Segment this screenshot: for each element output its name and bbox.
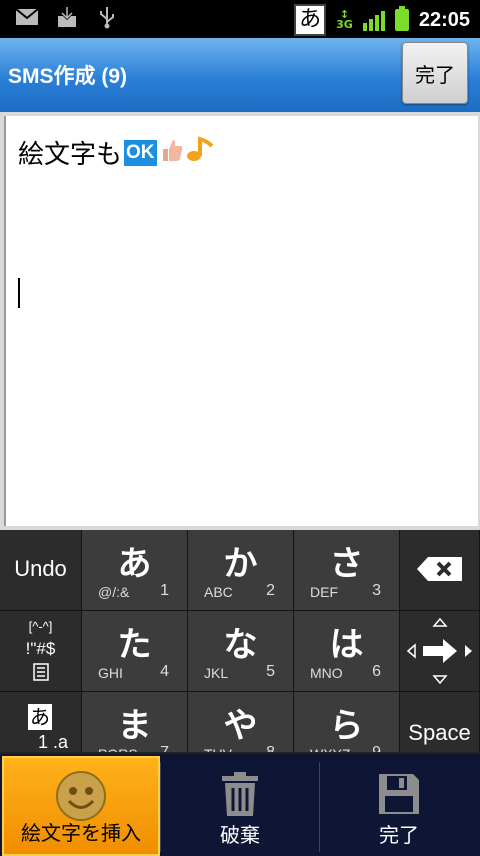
symbol-key[interactable]: [^-^] !"#$ xyxy=(0,611,82,692)
network-type: ↕ 3G xyxy=(336,8,353,31)
clock: 22:05 xyxy=(418,8,470,31)
usb-icon xyxy=(94,6,120,29)
arrow-keys-icon xyxy=(400,615,479,691)
list-icon xyxy=(0,663,81,685)
key-a[interactable]: あ @/:& 1 xyxy=(82,530,188,611)
smiley-icon xyxy=(4,768,158,824)
message-editor[interactable]: 絵文字も OK xyxy=(0,112,480,530)
key-ha[interactable]: は MNO 6 xyxy=(294,611,400,692)
thumbs-up-emoji xyxy=(159,137,185,169)
done-button[interactable]: 完了 xyxy=(402,42,468,104)
status-bar: あ ↕ 3G 22:05 xyxy=(0,0,480,38)
backspace-icon xyxy=(400,556,479,586)
bottom-action-bar: 絵文字を挿入 破棄 完了 xyxy=(0,752,480,856)
save-icon xyxy=(320,766,478,822)
download-icon xyxy=(54,6,80,28)
discard-button[interactable]: 破棄 xyxy=(161,756,319,856)
key-na[interactable]: な JKL 5 xyxy=(188,611,294,692)
gmail-icon xyxy=(14,6,40,28)
music-note-emoji xyxy=(185,136,215,169)
key-ka[interactable]: か ABC 2 xyxy=(188,530,294,611)
trash-icon xyxy=(161,766,319,822)
keyboard: Undo あ @/:& 1 か ABC 2 さ DEF 3 [^-^] !"#$… xyxy=(0,530,480,773)
backspace-key[interactable] xyxy=(400,530,480,611)
insert-emoji-button[interactable]: 絵文字を挿入 xyxy=(2,756,160,856)
undo-key[interactable]: Undo xyxy=(0,530,82,611)
battery-icon xyxy=(394,6,409,31)
message-text: 絵文字も OK xyxy=(18,134,215,171)
ok-emoji: OK xyxy=(124,139,157,166)
message-input[interactable]: 絵文字も OK xyxy=(4,116,478,526)
page-title: SMS作成 (9) xyxy=(8,65,128,88)
text-cursor xyxy=(18,278,20,308)
key-sa[interactable]: さ DEF 3 xyxy=(294,530,400,611)
signal-icon xyxy=(362,9,385,31)
cursor-key[interactable] xyxy=(400,611,480,692)
ime-indicator: あ xyxy=(294,4,327,36)
title-bar: SMS作成 (9) 完了 xyxy=(0,38,480,112)
done-bottom-button[interactable]: 完了 xyxy=(320,756,478,856)
key-ta[interactable]: た GHI 4 xyxy=(82,611,188,692)
